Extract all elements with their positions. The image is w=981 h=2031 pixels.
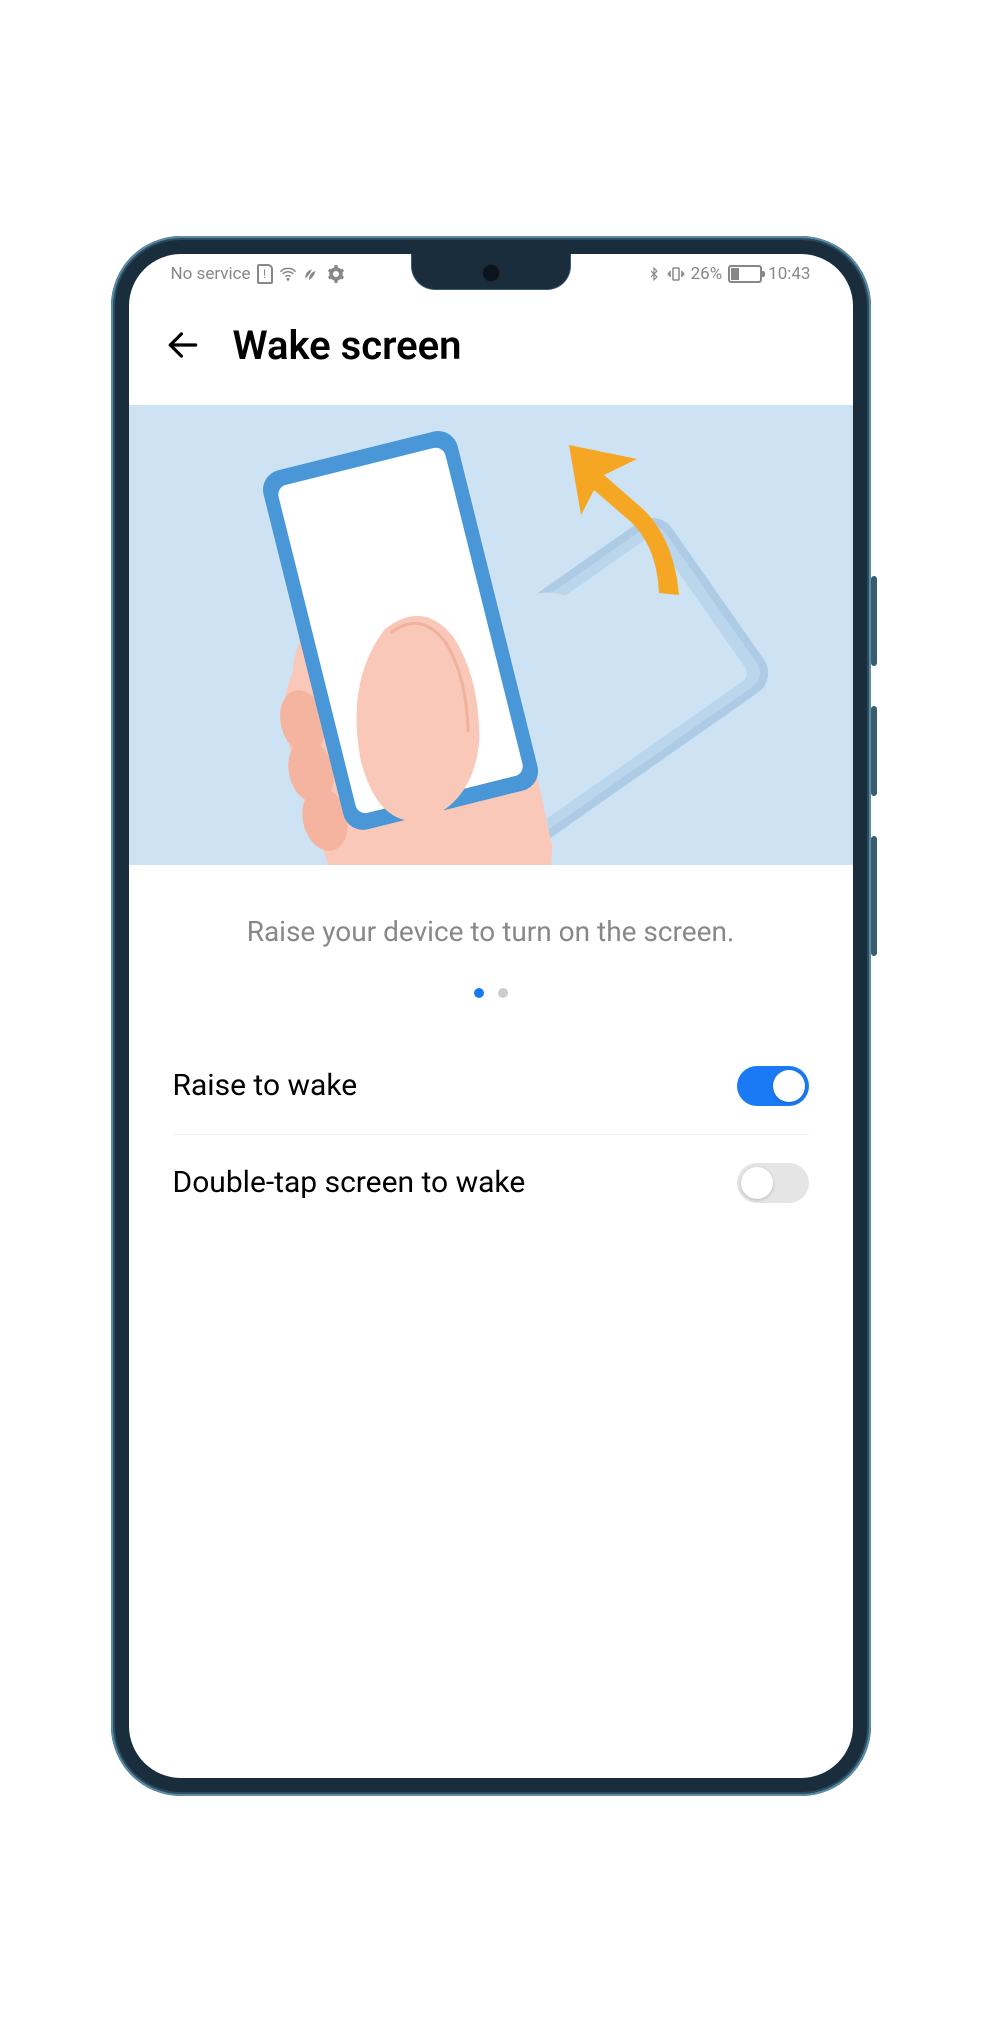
clock-text: 10:43 xyxy=(768,264,810,284)
setting-label: Double-tap screen to wake xyxy=(173,1165,526,1200)
side-buttons xyxy=(871,576,877,996)
pager-dot[interactable] xyxy=(474,988,484,998)
gear-icon xyxy=(327,265,345,283)
back-button[interactable] xyxy=(161,323,205,367)
power-button[interactable] xyxy=(871,836,877,956)
pager-dot[interactable] xyxy=(498,988,508,998)
vibrate-icon xyxy=(667,265,685,283)
toggle-knob xyxy=(741,1167,773,1199)
toggle-raise-to-wake[interactable] xyxy=(737,1066,809,1106)
toggle-knob xyxy=(773,1070,805,1102)
settings-list: Raise to wake Double-tap screen to wake xyxy=(129,1038,853,1231)
setting-raise-to-wake[interactable]: Raise to wake xyxy=(173,1038,809,1135)
toggle-double-tap-to-wake[interactable] xyxy=(737,1163,809,1203)
battery-percent-text: 26% xyxy=(691,264,723,284)
page-header: Wake screen xyxy=(129,294,853,405)
no-service-text: No service xyxy=(171,264,251,284)
screen: No service ! 26% xyxy=(129,254,853,1778)
phone-frame: No service ! 26% xyxy=(111,236,871,1796)
illustration-caption: Raise your device to turn on the screen. xyxy=(129,865,853,988)
sim-alert-icon: ! xyxy=(257,264,273,284)
raise-to-wake-illustration[interactable] xyxy=(129,405,853,865)
setting-double-tap-to-wake[interactable]: Double-tap screen to wake xyxy=(173,1135,809,1231)
setting-label: Raise to wake xyxy=(173,1068,358,1103)
pager-dots[interactable] xyxy=(129,988,853,1038)
volume-up-button[interactable] xyxy=(871,576,877,666)
page-title: Wake screen xyxy=(233,322,462,369)
display-notch xyxy=(411,254,571,290)
volume-down-button[interactable] xyxy=(871,706,877,796)
wifi-icon xyxy=(279,265,297,283)
battery-icon xyxy=(728,265,762,283)
signal-icon xyxy=(303,265,321,283)
bluetooth-icon xyxy=(647,265,661,283)
